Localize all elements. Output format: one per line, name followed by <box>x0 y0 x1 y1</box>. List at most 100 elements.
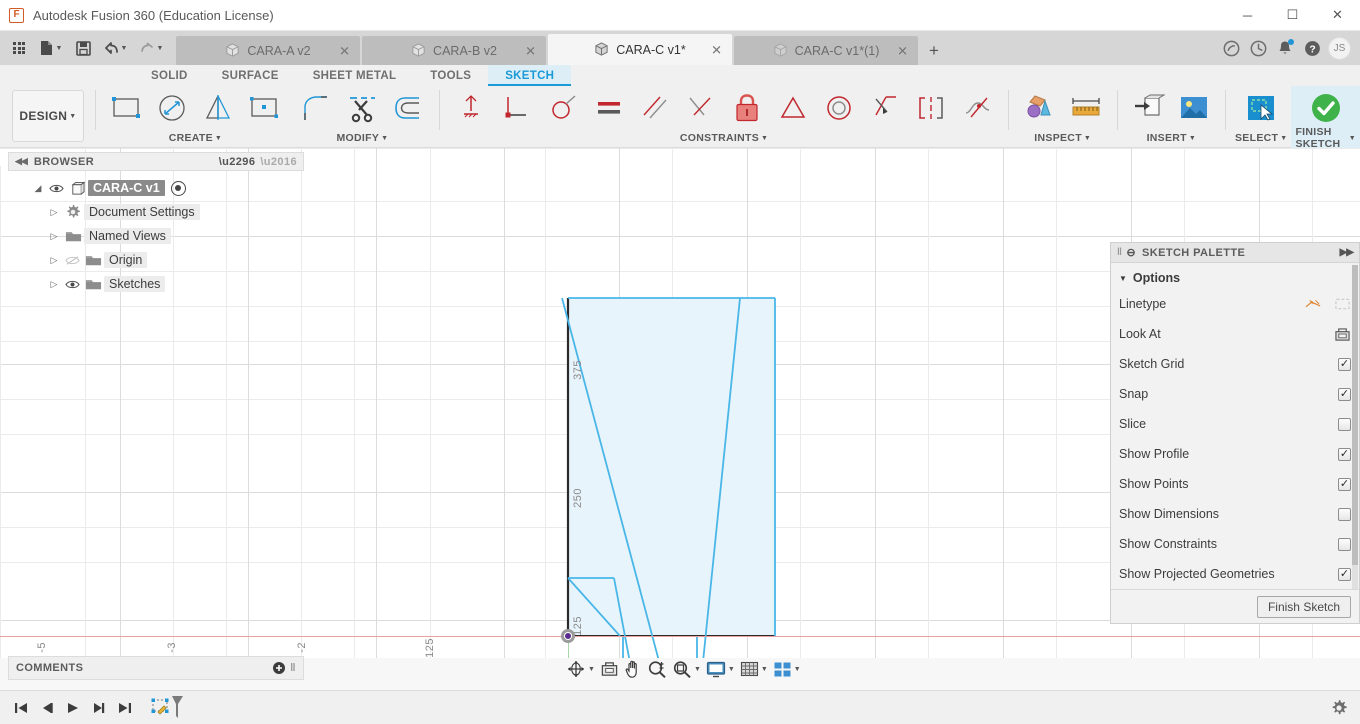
user-avatar[interactable]: JS <box>1328 36 1351 60</box>
horizontal-vertical-icon[interactable] <box>449 88 493 128</box>
show-points-checkbox[interactable]: ✓ <box>1338 477 1351 491</box>
help-icon[interactable]: ? <box>1301 37 1323 59</box>
parallel-icon[interactable] <box>633 88 677 128</box>
tree-node-named-views[interactable]: ▷ Named Views <box>8 224 304 248</box>
ribbon-group-label-select[interactable]: SELECT ▼ <box>1235 130 1287 146</box>
ribbon-group-label-create[interactable]: CREATE ▼ <box>169 130 222 146</box>
rectangular-pattern-icon[interactable] <box>242 88 286 128</box>
new-document-button[interactable]: ▼ <box>34 34 68 62</box>
pan-icon[interactable] <box>622 657 644 681</box>
play-icon[interactable] <box>60 695 86 721</box>
save-button[interactable] <box>70 34 96 62</box>
document-tab-3[interactable]: CARA-C v1*(1) ✕ <box>734 36 918 65</box>
dashboard-icon[interactable] <box>1220 37 1242 59</box>
notifications-bell-icon[interactable] <box>1274 37 1296 59</box>
fillet-icon[interactable] <box>294 88 338 128</box>
document-tab-1[interactable]: CARA-B v2 ✕ <box>362 36 546 65</box>
comments-panel[interactable]: COMMENTS ‖ <box>8 656 304 680</box>
ribbon-group-label-insert[interactable]: INSERT ▼ <box>1147 130 1197 146</box>
tangent-icon[interactable] <box>541 88 585 128</box>
viewports-icon[interactable]: ▼ <box>771 657 803 681</box>
line-circle-icon[interactable] <box>150 88 194 128</box>
recent-clock-icon[interactable] <box>1247 37 1269 59</box>
expand-arrow-icon[interactable]: ▷ <box>46 231 62 242</box>
minimize-panel-icon[interactable]: ⊖ <box>1126 246 1136 259</box>
snap-checkbox[interactable]: ✓ <box>1338 387 1351 401</box>
ribbon-tab-solid[interactable]: SOLID <box>134 65 205 86</box>
ribbon-group-label-modify[interactable]: MODIFY ▼ <box>337 130 389 146</box>
document-tab-2[interactable]: CARA-C v1* ✕ <box>548 34 732 65</box>
orbit-icon[interactable]: ▼ <box>564 657 597 681</box>
app-grid-icon[interactable] <box>6 34 32 62</box>
sketch-feature-icon[interactable] <box>150 694 184 722</box>
trim-scissors-icon[interactable] <box>340 88 384 128</box>
fix-lock-icon[interactable] <box>725 88 769 128</box>
show-constraints-checkbox[interactable] <box>1338 537 1351 551</box>
step-back-icon[interactable] <box>34 695 60 721</box>
look-at-button[interactable] <box>1334 327 1351 342</box>
expand-arrow-icon[interactable]: ◢ <box>30 183 46 194</box>
measure-ruler-icon[interactable] <box>1064 88 1108 128</box>
finish-check-icon[interactable] <box>1304 88 1348 128</box>
close-icon[interactable]: ✕ <box>897 44 908 57</box>
ribbon-group-label-inspect[interactable]: INSPECT ▼ <box>1034 130 1091 146</box>
minimize-panel-icon[interactable]: \u2296 <box>219 156 256 168</box>
new-tab-button[interactable]: + <box>920 36 948 65</box>
look-at-icon[interactable] <box>598 657 621 681</box>
coincident-icon[interactable] <box>495 88 539 128</box>
close-icon[interactable]: ✕ <box>711 43 722 56</box>
palette-scrollbar[interactable] <box>1352 265 1358 589</box>
curvature-icon[interactable] <box>955 88 999 128</box>
zoom-icon[interactable] <box>645 657 669 681</box>
maximize-button[interactable]: ☐ <box>1270 0 1315 31</box>
ribbon-tab-sketch[interactable]: SKETCH <box>488 65 572 86</box>
expand-arrow-icon[interactable]: ▷ <box>46 207 62 218</box>
expand-panel-icon[interactable]: ▶▶ <box>1340 247 1354 258</box>
minimize-button[interactable]: ─ <box>1225 0 1270 31</box>
panel-grip-icon[interactable]: ‖ <box>290 662 296 674</box>
add-comment-icon[interactable] <box>273 662 286 674</box>
expand-arrow-icon[interactable]: ▷ <box>46 279 62 290</box>
concentric-icon[interactable] <box>817 88 861 128</box>
visibility-eye-icon[interactable] <box>46 183 66 194</box>
tree-node-document-settings[interactable]: ▷ Document Settings <box>8 200 304 224</box>
redo-button[interactable]: ▼ <box>134 34 168 62</box>
sketch-grid-checkbox[interactable]: ✓ <box>1338 357 1351 371</box>
show-projected-geometries-checkbox[interactable]: ✓ <box>1338 567 1351 581</box>
step-forward-icon[interactable] <box>86 695 112 721</box>
finish-sketch-button[interactable]: Finish Sketch <box>1256 595 1351 618</box>
origin-point[interactable] <box>561 629 575 643</box>
grid-snaps-icon[interactable]: ▼ <box>738 657 770 681</box>
ribbon-group-label-finish-sketch[interactable]: FINISH SKETCH ▼ <box>1295 126 1356 150</box>
activate-component-radio[interactable] <box>170 180 186 196</box>
visibility-eye-icon[interactable] <box>62 279 82 290</box>
display-settings-icon[interactable]: ▼ <box>704 657 737 681</box>
close-icon[interactable]: ✕ <box>339 44 350 57</box>
go-to-end-icon[interactable] <box>112 695 138 721</box>
visibility-eye-off-icon[interactable] <box>62 255 82 266</box>
mirror-icon[interactable] <box>196 88 240 128</box>
equal-icon[interactable] <box>587 88 631 128</box>
offset-icon[interactable] <box>386 88 430 128</box>
collapse-icon[interactable]: ◀◀ <box>15 156 28 167</box>
slice-checkbox[interactable] <box>1338 417 1351 431</box>
options-section-header[interactable]: ▼ Options <box>1111 267 1359 289</box>
panel-grip-icon[interactable]: \u2016 <box>260 156 297 168</box>
perpendicular-icon[interactable] <box>679 88 723 128</box>
normal-linetype-button[interactable] <box>1305 297 1322 311</box>
show-profile-checkbox[interactable]: ✓ <box>1338 447 1351 461</box>
document-tab-0[interactable]: CARA-A v2 ✕ <box>176 36 360 65</box>
construction-linetype-button[interactable] <box>1334 297 1351 311</box>
rectangle-icon[interactable] <box>104 88 148 128</box>
go-to-beginning-icon[interactable] <box>8 695 34 721</box>
insert-image-icon[interactable] <box>1172 88 1216 128</box>
midpoint-icon[interactable] <box>771 88 815 128</box>
symmetry-icon[interactable] <box>909 88 953 128</box>
tree-node-cara-c[interactable]: ◢ CARA-C v1 <box>8 176 304 200</box>
workspace-selector[interactable]: DESIGN ▼ <box>12 90 84 142</box>
expand-arrow-icon[interactable]: ▷ <box>46 255 62 266</box>
undo-button[interactable]: ▼ <box>98 34 132 62</box>
ribbon-tab-tools[interactable]: TOOLS <box>413 65 488 86</box>
select-window-icon[interactable] <box>1239 88 1283 128</box>
insert-derive-icon[interactable] <box>1126 88 1170 128</box>
